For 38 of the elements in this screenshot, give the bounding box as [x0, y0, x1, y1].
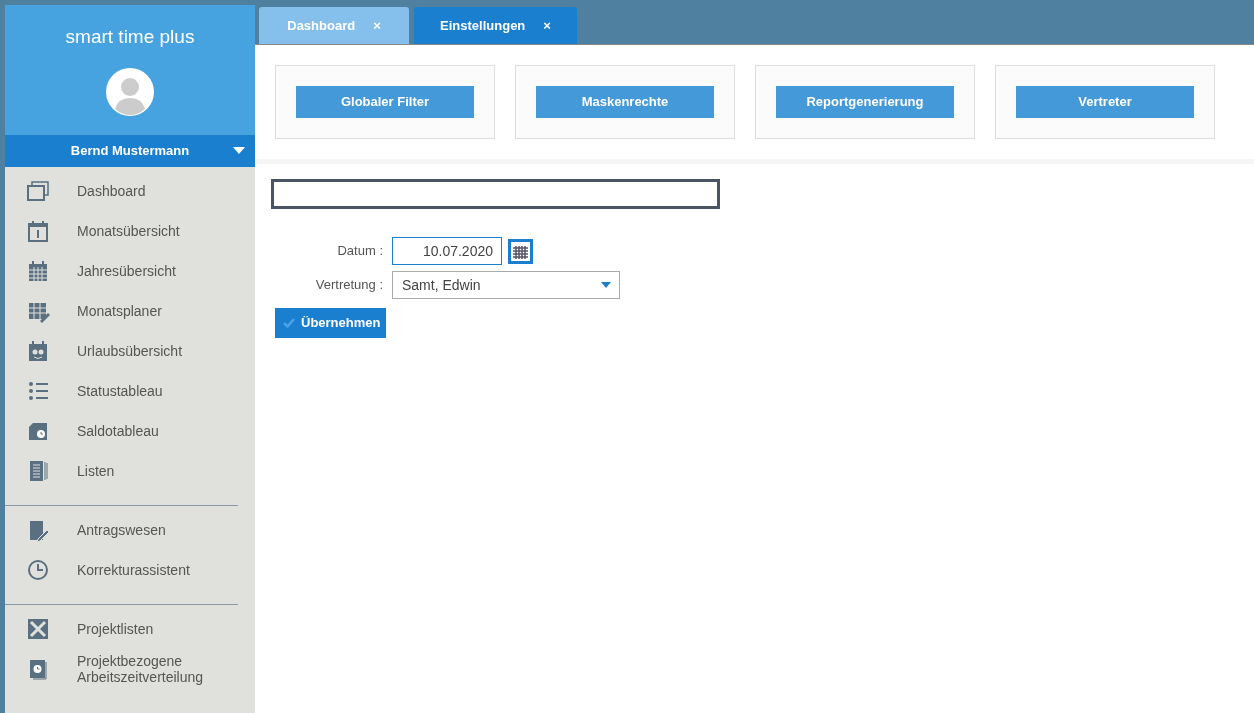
date-label: Datum :: [336, 242, 383, 261]
user-name: Bernd Mustermann: [70, 142, 190, 161]
app-title: smart time plus: [65, 25, 195, 49]
calendar-icon: [26, 219, 50, 243]
menu-item[interactable]: Urlaubsübersicht: [77, 342, 183, 360]
tools-icon: [26, 617, 50, 641]
menu-item[interactable]: Listen: [77, 462, 115, 480]
menu-item[interactable]: Projektlisten: [77, 620, 154, 638]
dropdown-caret-icon[interactable]: [601, 282, 611, 288]
calendar-face-icon: [26, 339, 50, 363]
menu-item[interactable]: Projektbezogene Arbeitszeitverteilung: [77, 652, 238, 686]
calendar-button[interactable]: [508, 238, 533, 264]
avatar-icon: [106, 67, 154, 116]
calendar-grid-icon: [26, 259, 50, 283]
menu-item[interactable]: Jahresübersicht: [77, 262, 176, 280]
substitute-label: Vertretung :: [314, 276, 383, 295]
menu-item[interactable]: Monatsübersicht: [77, 222, 180, 240]
menu-item[interactable]: Statustableau: [77, 382, 163, 400]
list-icon: [26, 379, 50, 403]
tile-button[interactable]: Maskenrechte: [536, 86, 714, 118]
tile-button[interactable]: Globaler Filter: [296, 86, 474, 118]
menu-item[interactable]: Monatsplaner: [77, 302, 162, 320]
clock-icon: [26, 558, 50, 582]
calendar-icon: [511, 241, 530, 261]
date-field[interactable]: 10.07.2020: [392, 237, 502, 265]
tile-button[interactable]: Vertreter: [1016, 86, 1194, 118]
tab[interactable]: Einstellungen ×: [414, 7, 577, 44]
caret-icon[interactable]: [233, 147, 245, 155]
close-icon[interactable]: ×: [543, 15, 551, 36]
menu-item[interactable]: Saldotableau: [77, 422, 159, 440]
menu-item[interactable]: Antragswesen: [77, 521, 166, 539]
window-icon: [26, 179, 50, 203]
substitute-select[interactable]: Samt, Edwin: [392, 271, 620, 299]
apply-button[interactable]: Übernehmen: [275, 308, 387, 338]
tile-button[interactable]: Reportgenerierung: [776, 86, 954, 118]
menu-item[interactable]: Dashboard: [77, 182, 146, 200]
menu-item[interactable]: Korrekturassistent: [77, 561, 190, 579]
user-menu[interactable]: Bernd Mustermann: [5, 135, 255, 167]
